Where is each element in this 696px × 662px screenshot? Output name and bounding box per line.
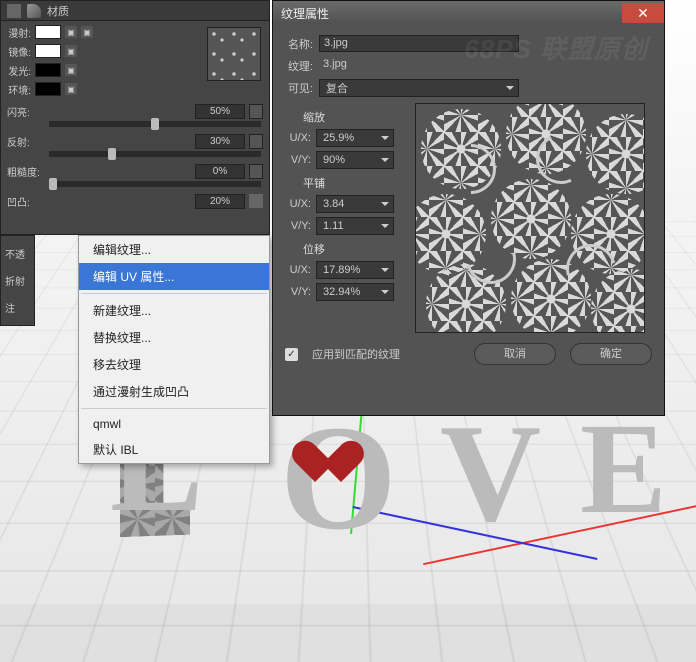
- menu-new-texture[interactable]: 新建纹理...: [79, 297, 269, 324]
- reflect-slider[interactable]: [49, 151, 261, 157]
- close-icon: ✕: [637, 5, 649, 22]
- tile-vy-label: V/Y:: [285, 220, 311, 232]
- scale-section-label: 缩放: [303, 109, 403, 125]
- menu-separator: [81, 293, 267, 294]
- brush-icon: [27, 4, 41, 18]
- shine-label: 闪亮:: [7, 104, 45, 119]
- visible-label: 可见:: [285, 80, 313, 96]
- left-side-tabs: 不透 折射 注: [0, 235, 35, 326]
- folder-icon[interactable]: ▣: [81, 26, 93, 38]
- dialog-title: 纹理属性: [281, 5, 329, 22]
- offset-vy-label: V/Y:: [285, 286, 311, 298]
- 3d-letter-e: E: [580, 394, 667, 544]
- heart-icon: [310, 437, 370, 487]
- tile-ux-field[interactable]: 3.84: [316, 195, 394, 213]
- reflect-label: 反射:: [7, 134, 45, 149]
- menu-default-ibl[interactable]: 默认 IBL: [79, 436, 269, 463]
- offset-ux-label: U/X:: [285, 264, 311, 276]
- material-texture-preview[interactable]: [207, 27, 261, 81]
- apply-matching-label: 应用到匹配的纹理: [312, 346, 400, 362]
- rough-stepper[interactable]: [249, 164, 263, 179]
- env-swatch[interactable]: [35, 82, 61, 96]
- specular-label: 镜像:: [5, 44, 31, 59]
- bump-texture-icon[interactable]: [249, 194, 263, 208]
- scale-ux-label: U/X:: [285, 132, 311, 144]
- reflect-stepper[interactable]: [249, 134, 263, 149]
- tile-vy-field[interactable]: 1.11: [316, 217, 394, 235]
- close-button[interactable]: ✕: [622, 3, 664, 23]
- 3d-letter-o: O: [280, 392, 397, 564]
- bump-label: 凹凸:: [7, 194, 45, 209]
- material-panel-title: 材质: [47, 3, 69, 19]
- menu-separator: [81, 408, 267, 409]
- opacity-tab[interactable]: 不透: [3, 240, 32, 267]
- offset-section-label: 位移: [303, 241, 403, 257]
- rough-label: 粗糙度:: [7, 164, 45, 179]
- folder-icon[interactable]: ▣: [65, 64, 77, 76]
- tile-ux-label: U/X:: [285, 198, 311, 210]
- texture-label: 纹理:: [285, 58, 313, 74]
- name-label: 名称:: [285, 36, 313, 52]
- folder-icon[interactable]: ▣: [65, 26, 77, 38]
- scale-vy-label: V/Y:: [285, 154, 311, 166]
- shine-value[interactable]: 50%: [195, 104, 245, 119]
- apply-matching-checkbox[interactable]: ✓: [285, 348, 298, 361]
- menu-edit-uv-props[interactable]: 编辑 UV 属性...: [79, 263, 269, 290]
- menu-qmwl[interactable]: qmwl: [79, 412, 269, 436]
- material-ball-icon: [7, 4, 21, 18]
- refraction-tab[interactable]: 折射: [3, 267, 32, 294]
- offset-vy-field[interactable]: 32.94%: [316, 283, 394, 301]
- scale-vy-field[interactable]: 90%: [316, 151, 394, 169]
- folder-icon[interactable]: ▣: [65, 83, 77, 95]
- material-panel: 材质 漫射: ▣ ▣ 镜像: ▣ 发光: ▣ 环境: ▣ 闪亮: 50%: [0, 0, 270, 235]
- rough-slider[interactable]: [49, 181, 261, 187]
- diffuse-label: 漫射:: [5, 25, 31, 40]
- rough-value[interactable]: 0%: [195, 164, 245, 179]
- glow-swatch[interactable]: [35, 63, 61, 77]
- bump-value[interactable]: 20%: [195, 194, 245, 209]
- texture-properties-dialog: 纹理属性 ✕ 68PS 联盟原创 名称: 3.jpg 纹理: 3.jpg 可见:…: [272, 0, 665, 416]
- glow-label: 发光:: [5, 63, 31, 78]
- name-field[interactable]: 3.jpg: [319, 35, 519, 52]
- shine-stepper[interactable]: [249, 104, 263, 119]
- menu-replace-texture[interactable]: 替换纹理...: [79, 324, 269, 351]
- offset-ux-field[interactable]: 17.89%: [316, 261, 394, 279]
- tile-section-label: 平铺: [303, 175, 403, 191]
- folder-icon[interactable]: ▣: [65, 45, 77, 57]
- texture-value: 3.jpg: [319, 57, 519, 74]
- reflect-value[interactable]: 30%: [195, 134, 245, 149]
- ok-button[interactable]: 确定: [570, 343, 652, 365]
- dialog-titlebar[interactable]: 纹理属性 ✕: [273, 1, 664, 25]
- cancel-button[interactable]: 取消: [474, 343, 556, 365]
- shine-slider[interactable]: [49, 121, 261, 127]
- texture-context-menu: 编辑纹理... 编辑 UV 属性... 新建纹理... 替换纹理... 移去纹理…: [78, 235, 270, 464]
- visible-dropdown[interactable]: 复合: [319, 79, 519, 97]
- specular-swatch[interactable]: [35, 44, 61, 58]
- menu-remove-texture[interactable]: 移去纹理: [79, 351, 269, 378]
- 3d-letter-v: V: [440, 393, 541, 554]
- menu-gen-bump[interactable]: 通过漫射生成凹凸: [79, 378, 269, 405]
- scale-ux-field[interactable]: 25.9%: [316, 129, 394, 147]
- menu-edit-texture[interactable]: 编辑纹理...: [79, 236, 269, 263]
- env-label: 环境:: [5, 82, 31, 97]
- texture-preview-large: [415, 103, 645, 333]
- diffuse-swatch[interactable]: [35, 25, 61, 39]
- note-tab[interactable]: 注: [3, 294, 32, 321]
